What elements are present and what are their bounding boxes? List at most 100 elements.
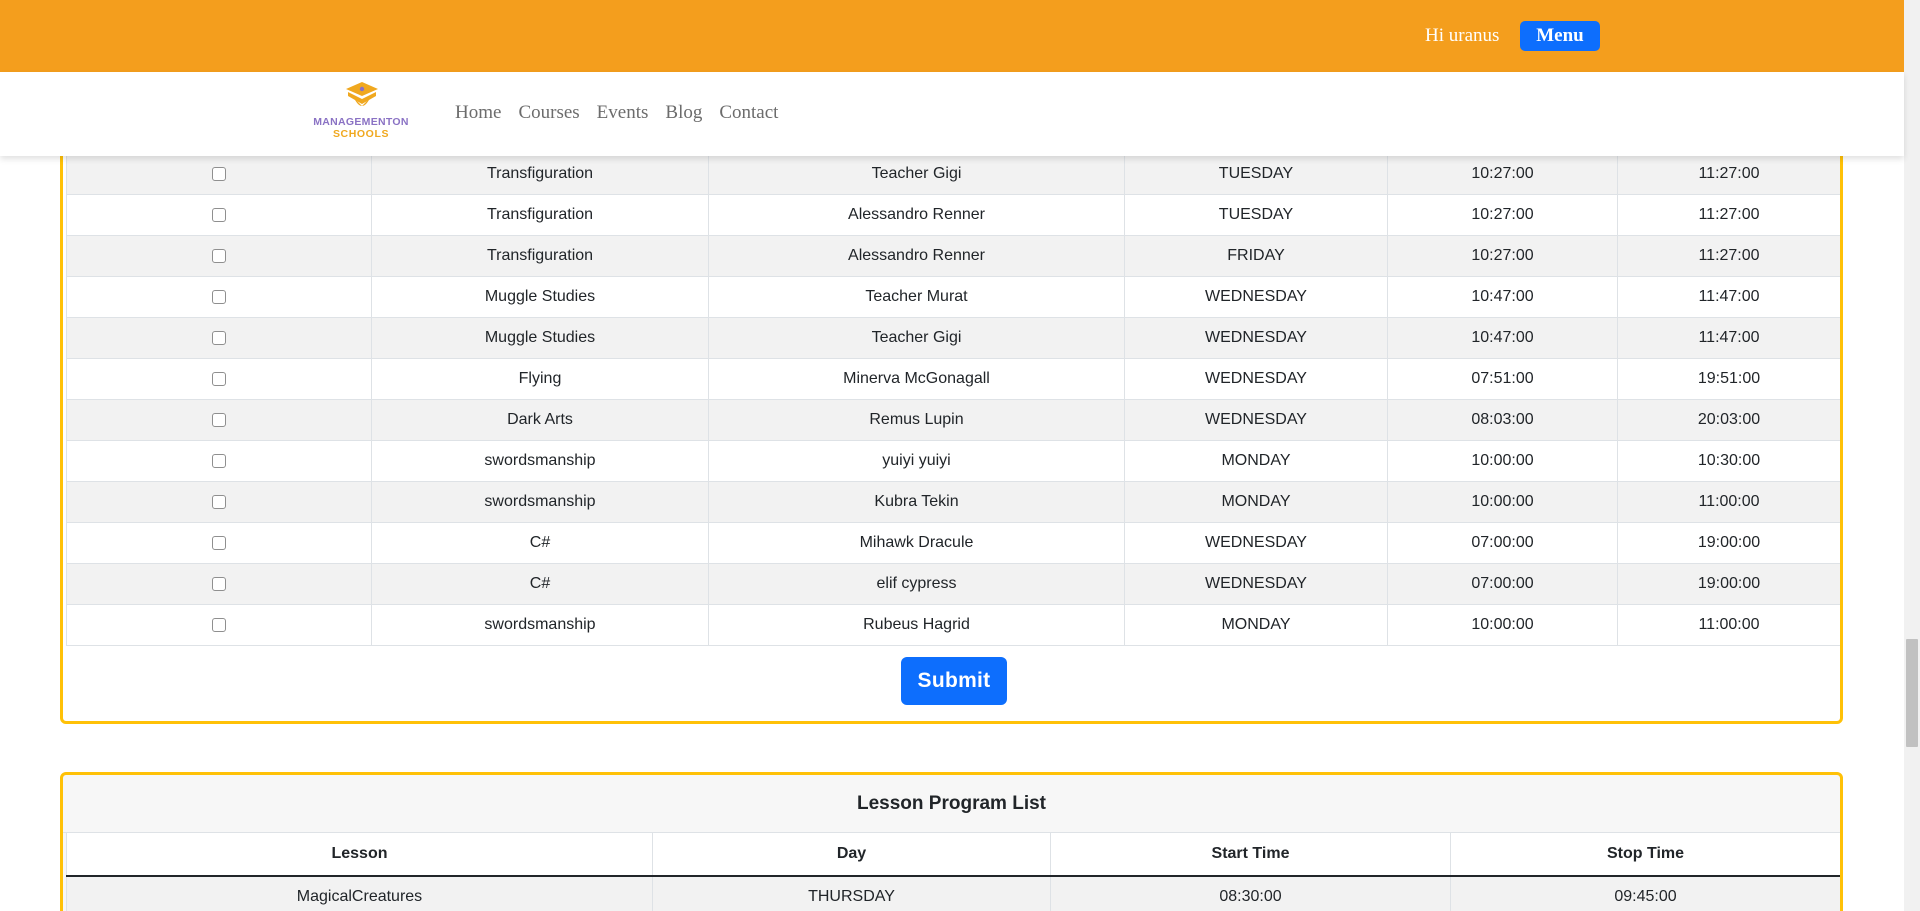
stop-time-cell: 11:47:00 [1617,276,1840,318]
table-row: C# Mihawk Dracule WEDNESDAY 07:00:00 19:00:0… [66,522,1840,564]
teacher-cell: Rubeus Hagrid [708,604,1125,646]
lesson-cell: Muggle Studies [371,276,709,318]
lesson-program-list-table: Lesson Day Start Time Stop Time MagicalC… [66,833,1840,911]
select-cell [66,194,372,236]
nav-events[interactable]: Events [597,102,649,124]
select-checkbox[interactable] [212,453,226,468]
table-header-row: Lesson Day Start Time Stop Time [66,833,1840,877]
teacher-cell: Teacher Murat [708,276,1125,318]
teacher-cell: Remus Lupin [708,399,1125,441]
stop-time-cell: 09:45:00 [1450,875,1840,911]
start-time-cell: 10:47:00 [1387,276,1618,318]
select-checkbox[interactable] [212,330,226,345]
stop-time-cell: 11:27:00 [1617,153,1840,195]
select-checkbox[interactable] [212,412,226,427]
nav-contact[interactable]: Contact [719,102,778,124]
stop-time-cell: 11:27:00 [1617,194,1840,236]
teacher-cell: Alessandro Renner [708,235,1125,277]
submit-button[interactable]: Submit [901,657,1007,705]
select-cell [66,399,372,441]
teacher-cell: Teacher Gigi [708,153,1125,195]
table-row: Muggle Studies Teacher Murat WEDNESDAY 10:4… [66,276,1840,318]
select-cell [66,440,372,482]
start-time-cell: 07:00:00 [1387,522,1618,564]
table-row: Dark Arts Remus Lupin WEDNESDAY 08:03:00 20:… [66,399,1840,441]
table-row: Transfiguration Alessandro Renner FRIDAY 10… [66,235,1840,277]
table-row: Transfiguration Alessandro Renner TUESDAY 1… [66,194,1840,236]
column-header-lesson: Lesson [66,833,653,877]
stop-time-cell: 20:03:00 [1617,399,1840,441]
day-cell: TUESDAY [1124,153,1388,195]
day-cell: MONDAY [1124,604,1388,646]
nav-blog[interactable]: Blog [665,102,702,124]
teacher-cell: Kubra Tekin [708,481,1125,523]
lesson-cell: swordsmanship [371,440,709,482]
stop-time-cell: 19:51:00 [1617,358,1840,400]
day-cell: MONDAY [1124,440,1388,482]
select-checkbox[interactable] [212,371,226,386]
column-header-stop-time: Stop Time [1450,833,1840,877]
lesson-cell: MagicalCreatures [66,875,653,911]
lesson-program-list-card: Lesson Program List Lesson Day Start Tim… [60,772,1843,911]
lesson-cell: swordsmanship [371,481,709,523]
day-cell: FRIDAY [1124,235,1388,277]
start-time-cell: 10:00:00 [1387,440,1618,482]
select-checkbox[interactable] [212,576,226,591]
logo[interactable]: MANAGEMENTON SCHOOLS [308,80,414,140]
lesson-cell: swordsmanship [371,604,709,646]
select-cell [66,522,372,564]
select-cell [66,481,372,523]
lesson-cell: Transfiguration [371,235,709,277]
table-row: Transfiguration Teacher Gigi TUESDAY 10:27:… [66,153,1840,195]
scrollbar-thumb[interactable] [1906,639,1918,747]
select-cell [66,153,372,195]
day-cell: TUESDAY [1124,194,1388,236]
start-time-cell: 10:27:00 [1387,194,1618,236]
stop-time-cell: 11:27:00 [1617,235,1840,277]
nav-courses[interactable]: Courses [518,102,579,124]
select-checkbox[interactable] [212,248,226,263]
day-cell: WEDNESDAY [1124,276,1388,318]
page-scrollbar[interactable] [1904,0,1920,911]
teacher-cell: Alessandro Renner [708,194,1125,236]
lesson-cell: Dark Arts [371,399,709,441]
day-cell: WEDNESDAY [1124,317,1388,359]
column-header-day: Day [652,833,1051,877]
select-cell [66,276,372,318]
table-row: Muggle Studies Teacher Gigi WEDNESDAY 10:47… [66,317,1840,359]
teacher-cell: Minerva McGonagall [708,358,1125,400]
stop-time-cell: 11:00:00 [1617,604,1840,646]
table-row: swordsmanship Rubeus Hagrid MONDAY 10:00:00… [66,604,1840,646]
select-checkbox[interactable] [212,535,226,550]
lesson-selection-table: Transfiguration Teacher Gigi TUESDAY 10:27:… [66,153,1840,646]
select-checkbox[interactable] [212,617,226,632]
select-checkbox[interactable] [212,494,226,509]
table-row: MagicalCreatures THURSDAY 08:30:00 09:45:00 [66,875,1840,911]
graduation-cap-logo-icon [346,82,378,106]
table-row: C# elif cypress WEDNESDAY 07:00:00 19:00:00 [66,563,1840,605]
column-header-start-time: Start Time [1050,833,1451,877]
stop-time-cell: 19:00:00 [1617,563,1840,605]
select-cell [66,563,372,605]
stop-time-cell: 19:00:00 [1617,522,1840,564]
navbar: MANAGEMENTON SCHOOLS Home Courses Events… [0,72,1904,156]
start-time-cell: 07:51:00 [1387,358,1618,400]
start-time-cell: 07:00:00 [1387,563,1618,605]
lesson-cell: Transfiguration [371,153,709,195]
teacher-cell: elif cypress [708,563,1125,605]
day-cell: THURSDAY [652,875,1051,911]
start-time-cell: 10:00:00 [1387,604,1618,646]
lesson-selection-card: Transfiguration Teacher Gigi TUESDAY 10:27:… [60,100,1843,724]
stop-time-cell: 10:30:00 [1617,440,1840,482]
select-checkbox[interactable] [212,207,226,222]
menu-button[interactable]: Menu [1520,21,1600,51]
stop-time-cell: 11:47:00 [1617,317,1840,359]
day-cell: WEDNESDAY [1124,399,1388,441]
start-time-cell: 10:47:00 [1387,317,1618,359]
start-time-cell: 10:27:00 [1387,235,1618,277]
select-checkbox[interactable] [212,289,226,304]
select-checkbox[interactable] [212,166,226,181]
teacher-cell: Mihawk Dracule [708,522,1125,564]
table-row: swordsmanship Kubra Tekin MONDAY 10:00:00 11… [66,481,1840,523]
nav-home[interactable]: Home [455,102,501,124]
